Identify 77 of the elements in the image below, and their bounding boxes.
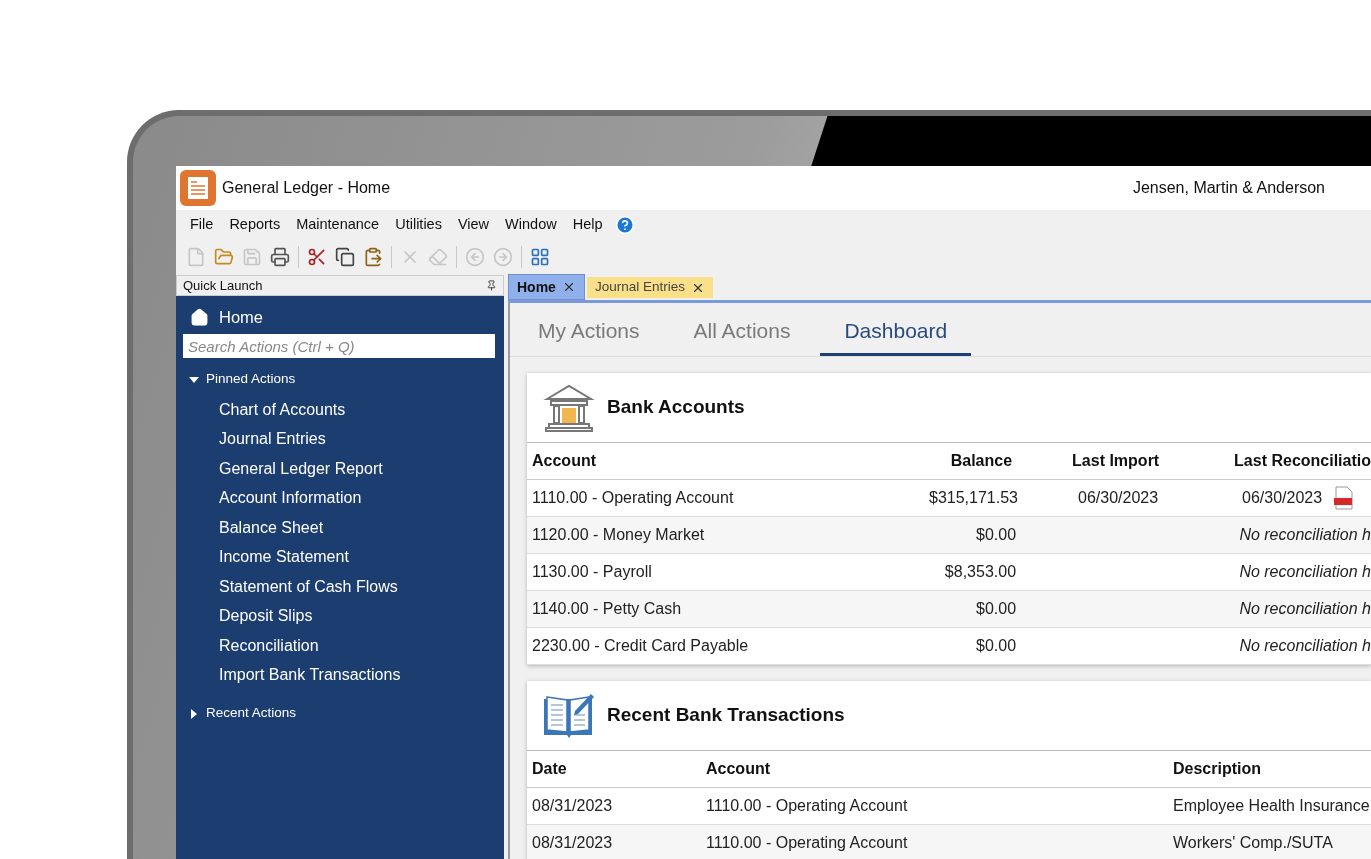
- card-title: Bank Accounts: [607, 395, 745, 420]
- table-cell-text: 1120.00 - Money Market: [531, 525, 706, 545]
- table-cell-text: $315,171.53: [928, 488, 1018, 508]
- view-tab[interactable]: Dashboard: [820, 308, 972, 356]
- menu-item[interactable]: Utilities: [389, 214, 448, 236]
- table-cell-text: Employee Health Insurance: [1173, 796, 1370, 816]
- document-tab[interactable]: Home: [508, 274, 585, 300]
- group-header[interactable]: Recent Actions: [176, 703, 297, 724]
- save-icon: [242, 246, 262, 267]
- sidebar-item[interactable]: Account Information: [176, 483, 504, 513]
- sidebar-item[interactable]: Balance Sheet: [176, 512, 504, 542]
- table-cell-text: 1130.00 - Payroll: [531, 562, 653, 582]
- table-cell-text: 1140.00 - Petty Cash: [531, 599, 683, 619]
- column-header: Balance: [949, 451, 1013, 471]
- column-header: Last Reconciliatio: [1234, 451, 1371, 471]
- menu-item[interactable]: View: [451, 214, 496, 236]
- menu-item[interactable]: Window: [499, 214, 563, 236]
- column-header: Description: [1173, 759, 1261, 779]
- panel-title: Quick Launch: [183, 276, 263, 295]
- sidebar-item[interactable]: General Ledger Report: [176, 453, 504, 483]
- menu-item[interactable]: Reports: [223, 214, 287, 236]
- table-cell-text: 1110.00 - Operating Account: [531, 488, 735, 508]
- table-cell-text: $8,353.00: [943, 562, 1017, 582]
- menu-item[interactable]: File: [184, 214, 220, 236]
- table-cell-text: No reconciliation h: [1239, 599, 1371, 619]
- help-icon[interactable]: [614, 215, 635, 235]
- view-tab[interactable]: All Actions: [669, 308, 815, 356]
- sidebar-item[interactable]: Journal Entries: [176, 424, 504, 454]
- group-header[interactable]: Pinned Actions: [176, 369, 296, 390]
- window-title: General Ledger - Home: [222, 178, 391, 198]
- bank-icon: [543, 382, 595, 433]
- table-cell-text: 1110.00 - Operating Account: [706, 833, 909, 853]
- print-icon: [270, 246, 290, 267]
- grid-icon: [530, 246, 550, 267]
- menu-item[interactable]: Help: [566, 214, 609, 236]
- home-icon: [190, 307, 209, 327]
- sidebar-item[interactable]: Import Bank Transactions: [176, 660, 504, 690]
- eraser-icon: [428, 246, 448, 267]
- pdf-icon[interactable]: [1334, 486, 1355, 510]
- sidebar-item[interactable]: Deposit Slips: [176, 601, 504, 631]
- table-cell-text: 08/31/2023: [531, 796, 614, 816]
- home-link[interactable]: Home: [176, 305, 504, 329]
- document-tab[interactable]: Journal Entries: [586, 277, 713, 298]
- pin-icon[interactable]: [486, 280, 497, 291]
- forward-icon: [493, 246, 513, 267]
- table-cell-text: No reconciliation h: [1239, 636, 1371, 656]
- column-header: Account: [531, 451, 597, 471]
- table-cell-text: No reconciliation h: [1239, 525, 1371, 545]
- table-cell-text: 1110.00 - Operating Account: [706, 796, 909, 816]
- sidebar-item[interactable]: Chart of Accounts: [176, 394, 504, 424]
- column-header: Date: [531, 759, 568, 779]
- menu-item[interactable]: Maintenance: [290, 214, 386, 236]
- table-cell-text: $0.00: [975, 636, 1017, 656]
- table-cell-text: 2230.00 - Credit Card Payable: [531, 636, 750, 656]
- paste-icon: [363, 246, 383, 267]
- back-icon: [465, 246, 485, 267]
- table-cell-text: 06/30/2023: [1078, 488, 1159, 508]
- sidebar-item[interactable]: Statement of Cash Flows: [176, 571, 504, 601]
- copy-icon: [335, 246, 355, 267]
- folder-icon: [214, 246, 234, 267]
- sidebar-item[interactable]: Income Statement: [176, 542, 504, 572]
- table-cell-text: No reconciliation h: [1239, 562, 1371, 582]
- column-header: Last Import: [1072, 451, 1161, 471]
- column-header: Account: [706, 759, 771, 779]
- search-field[interactable]: Search Actions (Ctrl + Q): [183, 334, 495, 358]
- table-cell-text: Workers' Comp./SUTA: [1173, 833, 1333, 853]
- sidebar-item[interactable]: Reconciliation: [176, 630, 504, 660]
- document-icon: [186, 246, 206, 267]
- app-logo: [180, 170, 216, 206]
- card-title: Recent Bank Transactions: [607, 703, 845, 728]
- table-cell-text: 06/30/2023: [1242, 488, 1323, 508]
- scissors-icon: [307, 246, 327, 267]
- table-cell-text: $0.00: [975, 525, 1017, 545]
- table-cell-text: $0.00: [975, 599, 1017, 619]
- view-tab[interactable]: My Actions: [514, 308, 664, 356]
- company-name: Jensen, Martin & Anderson: [1132, 178, 1325, 198]
- table-cell-text: 08/31/2023: [531, 833, 614, 853]
